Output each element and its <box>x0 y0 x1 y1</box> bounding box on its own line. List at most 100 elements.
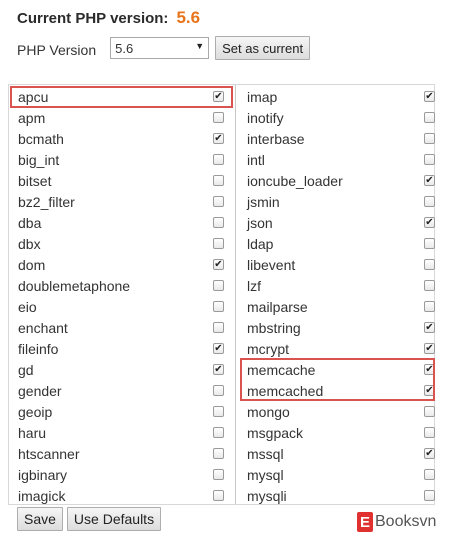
checkmark-icon: ✔ <box>425 384 434 396</box>
extension-row-bz2_filter: bz2_filter <box>9 191 235 212</box>
extension-name: mssql <box>247 445 284 462</box>
extension-checkbox-geoip[interactable] <box>213 406 224 417</box>
extension-checkbox-mbstring[interactable]: ✔ <box>424 322 435 333</box>
save-button[interactable]: Save <box>17 507 63 531</box>
extension-checkbox-ldap[interactable] <box>424 238 435 249</box>
extension-name: enchant <box>18 319 68 336</box>
chevron-down-icon: ▼ <box>195 41 205 51</box>
extension-name: igbinary <box>18 466 68 483</box>
extension-checkbox-imap[interactable]: ✔ <box>424 91 435 102</box>
extension-checkbox-mongo[interactable] <box>424 406 435 417</box>
extension-name: ldap <box>247 235 274 252</box>
extension-row-mssql: mssql ✔ <box>236 443 436 464</box>
extension-checkbox-gender[interactable] <box>213 385 224 396</box>
extension-name: apcu <box>18 88 49 105</box>
extension-checkbox-haru[interactable] <box>213 427 224 438</box>
extension-row-mcrypt: mcrypt ✔ <box>236 338 436 359</box>
php-version-selected: 5.6 <box>115 40 134 56</box>
extension-checkbox-apm[interactable] <box>213 112 224 123</box>
extension-row-haru: haru <box>9 422 235 443</box>
extension-checkbox-mailparse[interactable] <box>424 301 435 312</box>
extension-row-igbinary: igbinary <box>9 464 235 485</box>
extension-checkbox-gd[interactable]: ✔ <box>213 364 224 375</box>
extension-checkbox-enchant[interactable] <box>213 322 224 333</box>
brand-logo: E Booksvn <box>357 512 436 532</box>
extension-name: mailparse <box>247 298 308 315</box>
extension-checkbox-ioncube_loader[interactable]: ✔ <box>424 175 435 186</box>
extension-checkbox-msgpack[interactable] <box>424 427 435 438</box>
extension-name: jsmin <box>247 193 280 210</box>
extension-checkbox-dom[interactable]: ✔ <box>213 259 224 270</box>
extensions-right-column: imap ✔ inotify interbase intl ioncube_loader ✔… <box>236 86 436 506</box>
extension-name: dbx <box>18 235 41 252</box>
extension-checkbox-bz2_filter[interactable] <box>213 196 224 207</box>
logo-badge: E <box>357 512 373 532</box>
extension-name: imagick <box>18 487 66 504</box>
extension-checkbox-inotify[interactable] <box>424 112 435 123</box>
extension-checkbox-doublemetaphone[interactable] <box>213 280 224 291</box>
extension-checkbox-htscanner[interactable] <box>213 448 224 459</box>
extension-checkbox-imagick[interactable] <box>213 490 224 501</box>
extension-row-memcache: memcache ✔ <box>236 359 436 380</box>
extension-row-bcmath: bcmath ✔ <box>9 128 235 149</box>
extension-row-ldap: ldap <box>236 233 436 254</box>
extension-checkbox-memcached[interactable]: ✔ <box>424 385 435 396</box>
extension-checkbox-dba[interactable] <box>213 217 224 228</box>
extension-checkbox-intl[interactable] <box>424 154 435 165</box>
extension-row-mysql: mysql <box>236 464 436 485</box>
extension-row-mbstring: mbstring ✔ <box>236 317 436 338</box>
extensions-grid: apcu ✔ apm bcmath ✔ big_int bitset bz2_filter db… <box>8 84 435 505</box>
extension-name: dba <box>18 214 42 231</box>
extension-checkbox-memcache[interactable]: ✔ <box>424 364 435 375</box>
extension-name: ioncube_loader <box>247 172 343 189</box>
extension-row-lzf: lzf <box>236 275 436 296</box>
extension-checkbox-eio[interactable] <box>213 301 224 312</box>
extension-row-imap: imap ✔ <box>236 86 436 107</box>
extension-checkbox-mysqli[interactable] <box>424 490 435 501</box>
use-defaults-button[interactable]: Use Defaults <box>66 507 162 531</box>
set-as-current-button[interactable]: Set as current <box>215 36 311 60</box>
extension-row-htscanner: htscanner <box>9 443 235 464</box>
extension-checkbox-apcu[interactable]: ✔ <box>213 91 224 102</box>
extension-name: mongo <box>247 403 290 420</box>
header: Current PHP version: 5.6 <box>17 8 200 28</box>
extension-row-fileinfo: fileinfo ✔ <box>9 338 235 359</box>
extension-name: big_int <box>18 151 60 168</box>
extension-name: intl <box>247 151 265 168</box>
extension-name: fileinfo <box>18 340 59 357</box>
extension-row-mysqli: mysqli <box>236 485 436 506</box>
extension-name: eio <box>18 298 37 315</box>
extension-name: bcmath <box>18 130 64 147</box>
php-version-select[interactable]: 5.6 ▼ <box>110 37 210 59</box>
logo-text: Booksvn <box>375 513 437 530</box>
extensions-left-column: apcu ✔ apm bcmath ✔ big_int bitset bz2_filter db… <box>9 86 235 506</box>
extension-checkbox-jsmin[interactable] <box>424 196 435 207</box>
extension-checkbox-fileinfo[interactable]: ✔ <box>213 343 224 354</box>
extension-checkbox-mssql[interactable]: ✔ <box>424 448 435 459</box>
extension-checkbox-mysql[interactable] <box>424 469 435 480</box>
extension-checkbox-igbinary[interactable] <box>213 469 224 480</box>
extension-name: imap <box>247 88 278 105</box>
extension-row-intl: intl <box>236 149 436 170</box>
extension-checkbox-interbase[interactable] <box>424 133 435 144</box>
extension-checkbox-bitset[interactable] <box>213 175 224 186</box>
extension-checkbox-dbx[interactable] <box>213 238 224 249</box>
footer: Save Use Defaults <box>17 507 162 531</box>
extension-name: mysqli <box>247 487 287 504</box>
extension-checkbox-big_int[interactable] <box>213 154 224 165</box>
extension-name: dom <box>18 256 46 273</box>
extension-checkbox-libevent[interactable] <box>424 259 435 270</box>
extension-checkbox-json[interactable]: ✔ <box>424 217 435 228</box>
extension-row-mongo: mongo <box>236 401 436 422</box>
extension-row-imagick: imagick <box>9 485 235 506</box>
extension-row-ioncube_loader: ioncube_loader ✔ <box>236 170 436 191</box>
extension-name: memcache <box>247 361 316 378</box>
extension-checkbox-bcmath[interactable]: ✔ <box>213 133 224 144</box>
extension-name: bz2_filter <box>18 193 75 210</box>
extension-row-bitset: bitset <box>9 170 235 191</box>
extension-checkbox-lzf[interactable] <box>424 280 435 291</box>
extension-name: memcached <box>247 382 324 399</box>
extension-checkbox-mcrypt[interactable]: ✔ <box>424 343 435 354</box>
extension-row-json: json ✔ <box>236 212 436 233</box>
extension-name: mcrypt <box>247 340 289 357</box>
